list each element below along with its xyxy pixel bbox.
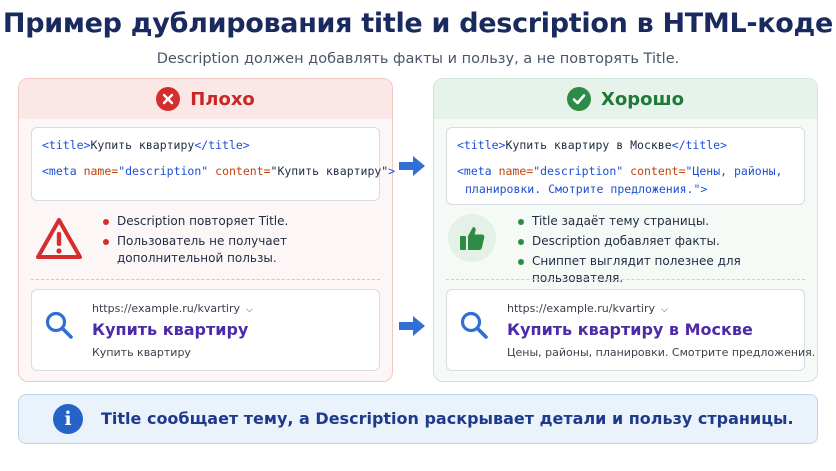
bad-code-block: <title>Купить квартиру</title> <meta nam… [31,127,395,201]
warning-triangle-icon [36,218,82,259]
list-item: Сниппет выглядит полезнее для пользовате… [518,253,806,287]
code-attr-content: content= [215,164,271,178]
thumbs-up-icon [460,227,485,250]
bad-example-panel: Плохо <title>Купить квартиру</title> <me… [18,78,395,382]
code-title-close: </title> [194,138,250,152]
arrow-right-icon [399,316,425,336]
divider [31,279,380,280]
code-meta-end: > [388,164,396,178]
code-value-content: "Купить квартиру" [270,164,389,178]
code-title-text: Купить квартиру [90,138,195,152]
page-title: Пример дублирования title и description … [2,8,834,39]
good-panel-label: Хорошо [601,88,684,110]
code-meta-tag: <meta [457,164,492,178]
arrow-right-icon [399,156,425,176]
list-item: Description повторяет Title. [103,213,288,230]
info-icon: i [53,404,83,434]
good-example-panel: Хорошо <title>Купить квартиру в Москве</… [433,78,818,382]
good-code-block: <title>Купить квартиру в Москве</title> … [446,127,805,205]
page-subtitle: Description должен добавлять факты и пол… [156,51,680,67]
bad-panel-header: Плохо [19,79,392,119]
bad-panel-label: Плохо [190,88,255,110]
x-circle-icon [156,87,181,111]
code-value-name: "description" [533,164,624,178]
code-attr-name: name= [83,164,119,178]
code-title-open: <title> [457,138,506,152]
divider [446,279,805,280]
snippet-description: Купить квартиру [92,346,191,359]
code-title-text: Купить квартиру в Москве [505,138,672,152]
code-title-open: <title> [42,138,91,152]
list-item: Пользователь не получает дополнительной п… [103,233,288,267]
info-text: Title сообщает тему, а Description раскр… [101,409,794,428]
search-icon [45,311,73,339]
code-title-close: </title> [671,138,728,152]
code-meta-end: > [700,182,708,196]
bad-notes: Description повторяет Title. Пользовател… [31,211,381,271]
snippet-title-link[interactable]: Купить квартиру в Москве [507,320,753,339]
snippet-description: Цены, районы, планировки. Смотрите предл… [507,346,816,359]
thumbs-up-icon-badge [448,214,496,262]
list-item: Description добавляет факты. [518,233,806,250]
list-item: Title задаёт тему страницы. [518,213,806,230]
snippet-url[interactable]: https://example.ru/kvartiry ⌵ [507,302,668,315]
code-value-content: "Цены, районы, [685,164,783,178]
code-attr-content: content= [630,164,686,178]
bad-search-snippet: https://example.ru/kvartiry ⌵ Купить квар… [31,289,380,371]
good-search-snippet: https://example.ru/kvartiry ⌵ Купить квар… [446,289,815,371]
chevron-down-icon[interactable]: ⌵ [661,305,668,315]
code-value-content-cont: планировки. Смотрите предложения." [465,182,701,196]
code-meta-tag: <meta [42,164,77,178]
bad-notes-list: Description повторяет Title. Пользовател… [103,213,288,270]
code-value-name: "description" [118,164,209,178]
check-circle-icon [567,87,591,111]
snippet-title-link[interactable]: Купить квартиру [92,320,248,339]
code-attr-name: name= [498,164,534,178]
good-panel-header: Хорошо [434,79,817,119]
chevron-down-icon[interactable]: ⌵ [246,305,253,315]
good-notes: Title задаёт тему страницы. Description … [446,211,806,285]
snippet-url[interactable]: https://example.ru/kvartiry ⌵ [92,302,253,315]
info-banner: i Title сообщает тему, а Description рас… [18,394,818,444]
search-icon [460,311,488,339]
